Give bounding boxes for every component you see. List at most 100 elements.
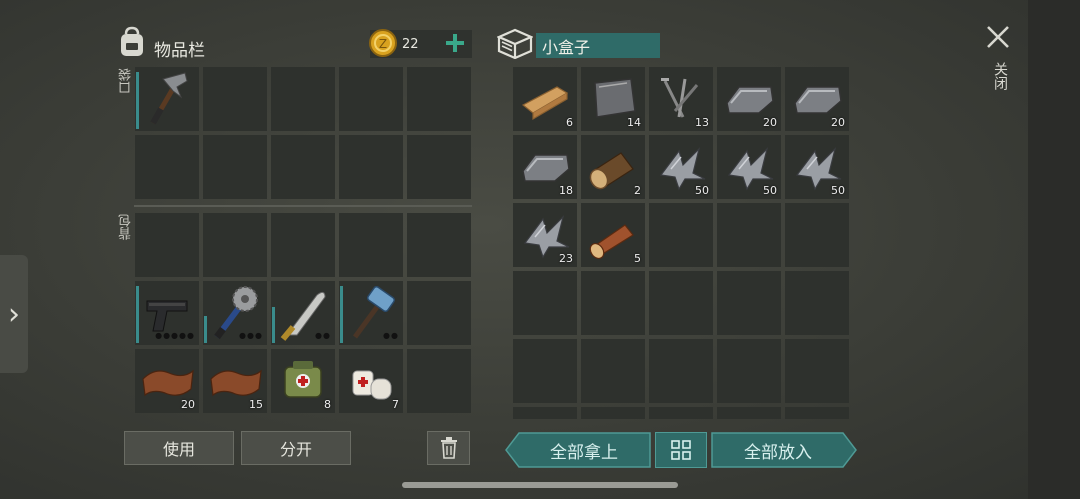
backpack-label: 背包 — [119, 214, 134, 240]
container-slot[interactable]: 5 — [581, 203, 645, 267]
pocket-slot[interactable] — [271, 135, 335, 199]
container-slot[interactable] — [717, 271, 781, 335]
item-quantity: 13 — [695, 116, 709, 129]
durability-bar — [340, 286, 343, 343]
container-title: 小盒子 — [542, 37, 591, 57]
backpack-slot[interactable]: ●● — [271, 281, 335, 345]
use-button[interactable]: 使用 — [124, 431, 234, 465]
container-slot[interactable] — [649, 339, 713, 403]
container-slot[interactable] — [513, 407, 577, 419]
container-slot[interactable] — [717, 339, 781, 403]
pocket-slot[interactable] — [407, 135, 471, 199]
backpack-slot[interactable]: 8 — [271, 349, 335, 413]
backpack-slot[interactable]: 20 — [135, 349, 199, 413]
backpack-icon — [121, 26, 143, 56]
container-slot[interactable] — [513, 271, 577, 335]
backpack-slot[interactable] — [339, 213, 403, 277]
container-slot[interactable] — [513, 339, 577, 403]
container-slot[interactable] — [649, 271, 713, 335]
item-quantity: 18 — [559, 184, 573, 197]
pockets-label: 口袋 — [119, 68, 134, 94]
container-slot[interactable] — [581, 407, 645, 419]
container-slot[interactable]: 50 — [649, 135, 713, 199]
pocket-slot[interactable] — [135, 135, 199, 199]
put-all-label: 全部放入 — [744, 442, 812, 463]
container-slot[interactable] — [785, 407, 849, 419]
item-quantity: 6 — [566, 116, 573, 129]
item-quantity: 50 — [831, 184, 845, 197]
chevron-right-icon: › — [8, 296, 20, 332]
sort-grid-button[interactable] — [655, 432, 707, 468]
svg-text:Z: Z — [379, 37, 387, 51]
backpack-slot[interactable]: ●●● — [203, 281, 267, 345]
container-slot[interactable]: 13 — [649, 67, 713, 131]
close-button[interactable]: 关闭 — [982, 22, 1014, 102]
pocket-slot[interactable] — [407, 67, 471, 131]
container-slot[interactable] — [785, 339, 849, 403]
container-slot[interactable] — [649, 203, 713, 267]
item-quantity: 2 — [634, 184, 641, 197]
backpack-slot[interactable]: ●●●●● — [135, 281, 199, 345]
container-name-field[interactable]: 小盒子 — [536, 33, 660, 58]
backpack-slot[interactable] — [407, 281, 471, 345]
backpack-slot[interactable] — [271, 213, 335, 277]
backpack-slot[interactable]: 15 — [203, 349, 267, 413]
container-slot[interactable]: 18 — [513, 135, 577, 199]
coin-count: 22 — [402, 37, 419, 52]
item-quantity: 8 — [324, 398, 331, 411]
upgrade-dots: ●●●●● — [155, 331, 195, 340]
container-slot[interactable]: 6 — [513, 67, 577, 131]
pocket-slot[interactable] — [271, 67, 335, 131]
backpack-slot[interactable] — [135, 213, 199, 277]
backpack-slot[interactable] — [203, 213, 267, 277]
home-indicator — [402, 482, 678, 488]
container-slot[interactable] — [717, 407, 781, 419]
backpack-slot[interactable]: 7 — [339, 349, 403, 413]
container-slot[interactable]: 23 — [513, 203, 577, 267]
pocket-slot[interactable] — [135, 67, 199, 131]
container-slot[interactable] — [717, 203, 781, 267]
item-quantity: 20 — [831, 116, 845, 129]
container-slot[interactable]: 50 — [785, 135, 849, 199]
container-slot[interactable]: 14 — [581, 67, 645, 131]
coin-icon: Z — [369, 29, 397, 57]
durability-bar — [272, 307, 275, 343]
close-icon — [987, 26, 1009, 48]
box-icon — [497, 28, 533, 59]
trash-icon — [440, 437, 457, 459]
split-button[interactable]: 分开 — [241, 431, 351, 465]
upgrade-dots: ●● — [383, 331, 399, 340]
item-quantity: 14 — [627, 116, 641, 129]
container-slot[interactable]: 50 — [717, 135, 781, 199]
backpack-slot[interactable] — [407, 349, 471, 413]
pocket-slot[interactable] — [339, 135, 403, 199]
upgrade-dots: ●●● — [239, 331, 263, 340]
container-slot[interactable] — [649, 407, 713, 419]
container-slot[interactable] — [785, 271, 849, 335]
add-coins-button[interactable] — [442, 28, 468, 58]
item-quantity: 50 — [695, 184, 709, 197]
item-quantity: 50 — [763, 184, 777, 197]
durability-bar — [136, 286, 139, 343]
container-slot[interactable]: 20 — [785, 67, 849, 131]
hatchet-icon — [150, 72, 188, 125]
container-slot[interactable]: 20 — [717, 67, 781, 131]
container-slot[interactable] — [581, 271, 645, 335]
item-quantity: 23 — [559, 252, 573, 265]
close-label: 关闭 — [992, 62, 1008, 90]
trash-button[interactable] — [427, 431, 470, 465]
pocket-slot[interactable] — [203, 135, 267, 199]
backpack-slot[interactable] — [407, 213, 471, 277]
pocket-slot[interactable] — [339, 67, 403, 131]
item-quantity: 5 — [634, 252, 641, 265]
item-quantity: 20 — [763, 116, 777, 129]
pocket-slot[interactable] — [203, 67, 267, 131]
container-slot[interactable] — [581, 339, 645, 403]
inventory-title: 物品栏 — [154, 41, 205, 61]
backpack-slot[interactable]: ●● — [339, 281, 403, 345]
section-divider — [134, 205, 472, 207]
side-expand-tab[interactable]: › — [0, 255, 28, 373]
durability-bar — [204, 316, 207, 343]
container-slot[interactable] — [785, 203, 849, 267]
container-slot[interactable]: 2 — [581, 135, 645, 199]
